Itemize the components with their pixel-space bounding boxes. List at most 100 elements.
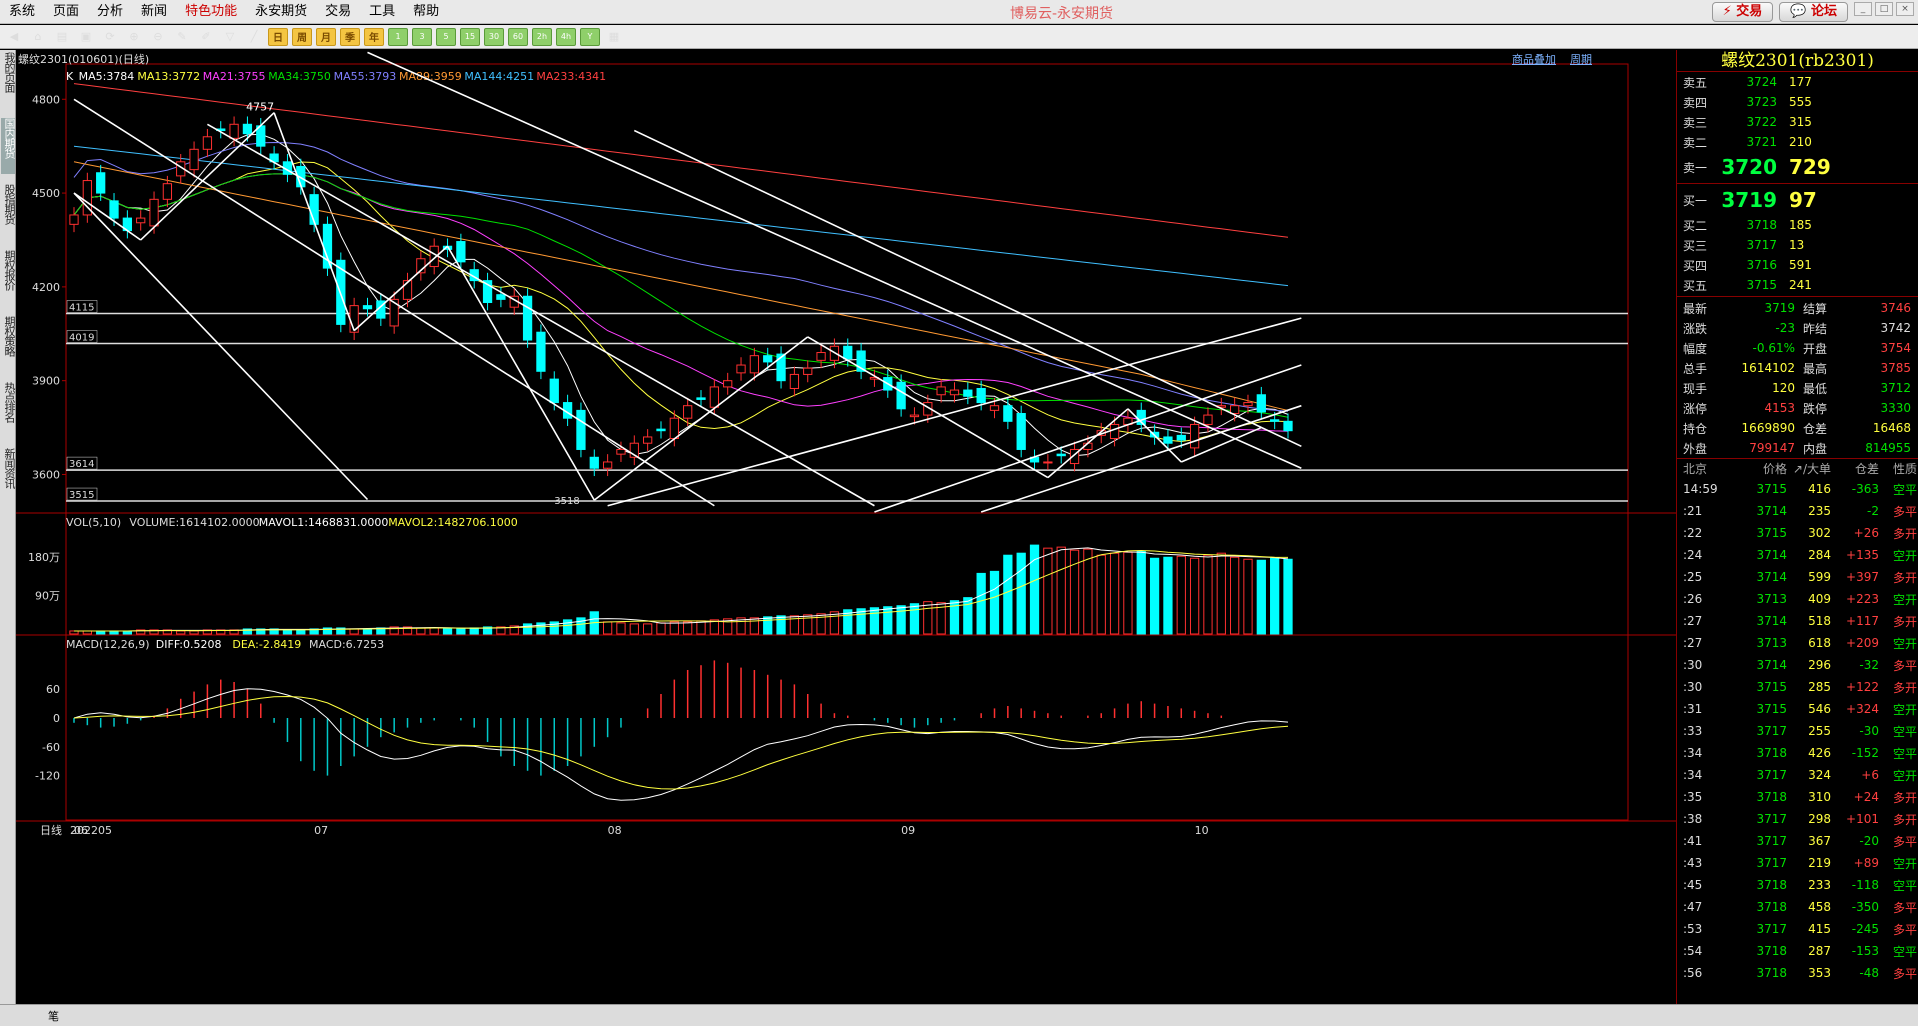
stat-label: 内盘 [1803,441,1828,456]
tick-nature: 空平 [1892,482,1917,497]
filter-icon[interactable]: ▽ [220,28,240,46]
bid-row[interactable]: 买五 3715 241 [1677,275,1918,295]
kline-chart[interactable]: K MA5:3784 MA13:3772 MA21:3755 MA34:3750 MA55… [16,50,1676,1012]
trend-line[interactable] [446,245,595,501]
ask-row[interactable]: 卖五 3724 177 [1677,72,1918,92]
volume-bar [989,570,1000,635]
menu-item-8[interactable]: 帮助 [404,0,448,24]
m4h-icon[interactable]: 4h [556,27,576,46]
tick-oi-change: +209 [1846,636,1879,650]
stat-row: 幅度 -0.61% 开盘 3754 [1677,338,1918,358]
calc-icon[interactable]: ▦ [604,28,624,46]
forum-button[interactable]: 💬 论坛 [1779,2,1848,22]
stat-value: 3712 [1880,381,1911,395]
macd-tick: 0 [53,712,60,725]
ask-row[interactable]: 卖三 3722 315 [1677,112,1918,132]
m5-icon[interactable]: 5 [436,27,456,46]
left-tab-6[interactable]: 新闻资讯 [1,448,16,504]
stat-label: 开盘 [1803,341,1828,356]
tick-time: :25 [1683,570,1703,584]
left-tab-5[interactable]: 热点排名 [1,382,16,438]
m1-icon[interactable]: 1 [388,27,408,46]
bid-row[interactable]: 买一 3719 97 [1677,185,1918,215]
candle [1016,413,1026,450]
toolbar: ◀ ⌂ ▤ ▣ ⟳ ⊕ ⊖ ✎ ✐ ▽ ╱ 日周月季年 1 3 5 15 30 60 2h 4h Y ▦ [0,25,1918,49]
menu-item-3[interactable]: 新闻 [132,0,176,24]
trend-line[interactable] [367,51,1302,469]
period-week-icon[interactable]: 周 [292,27,312,46]
menu-item-4[interactable]: 特色功能 [176,0,246,24]
period-day-icon[interactable]: 日 [268,27,288,46]
volume-bar [1270,557,1280,635]
m30-icon[interactable]: 30 [484,27,504,46]
zoom-out-icon[interactable]: ⊖ [148,28,168,46]
bid-row[interactable]: 买二 3718 185 [1677,215,1918,235]
price-tick: 4200 [32,281,60,294]
menu-item-5[interactable]: 永安期货 [246,0,316,24]
book-icon[interactable]: ▤ [52,28,72,46]
trend-line[interactable] [73,192,142,241]
bid-row[interactable]: 买三 3717 13 [1677,235,1918,255]
ask-row[interactable]: 卖一 3720 729 [1677,152,1918,182]
home-icon[interactable]: ⌂ [28,28,48,46]
trend-line[interactable] [353,245,449,332]
menu-item-1[interactable]: 页面 [44,0,88,24]
zoom-in-icon[interactable]: ⊕ [124,28,144,46]
m2h-icon[interactable]: 2h [532,27,552,46]
tick-nature: 空开 [1892,548,1917,563]
close-icon[interactable]: × [1896,2,1914,16]
refresh-icon[interactable]: ⟳ [100,28,120,46]
candle [149,198,159,227]
trend-line[interactable] [73,98,715,507]
period-month-icon[interactable]: 月 [316,27,336,46]
ask-row[interactable]: 卖四 3723 555 [1677,92,1918,112]
trend-line[interactable] [273,112,355,331]
candle [936,386,946,396]
ask-row[interactable]: 卖二 3721 210 [1677,132,1918,152]
stat-row: 持仓 1669890 仓差 16468 [1677,418,1918,438]
restore-icon[interactable]: □ [1875,2,1893,16]
brush-icon[interactable]: ✐ [196,28,216,46]
trend-line[interactable] [593,336,809,501]
bid-price: 3717 [1746,238,1777,252]
draw-icon[interactable]: ✎ [172,28,192,46]
left-tab-0[interactable]: 我的页面 [1,52,16,108]
left-tab-3[interactable]: 期权报价 [1,250,16,306]
menu-item-0[interactable]: 系统 [0,0,44,24]
note-icon[interactable]: ▣ [76,28,96,46]
line-icon[interactable]: ╱ [244,28,264,46]
left-tab-4[interactable]: 期权策略 [1,316,16,372]
volume-bar [1163,556,1173,635]
tick-vol: 285 [1808,680,1831,694]
tick-row: :30 3715 285 +122 多开 [1677,676,1918,698]
trend-line[interactable] [207,123,875,507]
bid-price: 3718 [1746,218,1777,232]
m3-icon[interactable]: 3 [412,27,432,46]
tick-header-cell: 仓差 [1854,462,1879,476]
bid-row[interactable]: 买四 3716 591 [1677,255,1918,275]
candle [643,436,653,444]
m60-icon[interactable]: 60 [508,27,528,46]
m15-icon[interactable]: 15 [460,27,480,46]
chart-link-1[interactable]: 周期 [1570,51,1592,67]
chart-link-0[interactable]: 商品叠加 [1512,51,1556,67]
period-year-icon[interactable]: 年 [364,27,384,46]
tick-row: :53 3717 415 -245 多平 [1677,918,1918,940]
tick-nature: 多开 [1892,570,1917,585]
tick-oi-change: +101 [1846,812,1879,826]
menu-item-7[interactable]: 工具 [360,0,404,24]
year-icon[interactable]: Y [580,27,600,46]
back-icon[interactable]: ◀ [4,28,24,46]
menu-item-6[interactable]: 交易 [316,0,360,24]
chart-area[interactable]: K MA5:3784 MA13:3772 MA21:3755 MA34:3750 MA55… [16,50,1676,1012]
tick-row: :24 3714 284 +135 空开 [1677,544,1918,566]
menu-item-2[interactable]: 分析 [88,0,132,24]
volume-bar [416,627,426,635]
left-tab-1[interactable]: 国内期货 [1,118,16,174]
ask-label: 卖一 [1683,160,1708,175]
trade-button[interactable]: ⚡ 交易 [1711,2,1774,22]
minimize-icon[interactable]: _ [1854,2,1872,16]
period-season-icon[interactable]: 季 [340,27,360,46]
volume-bar [602,621,613,635]
left-tab-2[interactable]: 股指期货 [1,184,16,240]
